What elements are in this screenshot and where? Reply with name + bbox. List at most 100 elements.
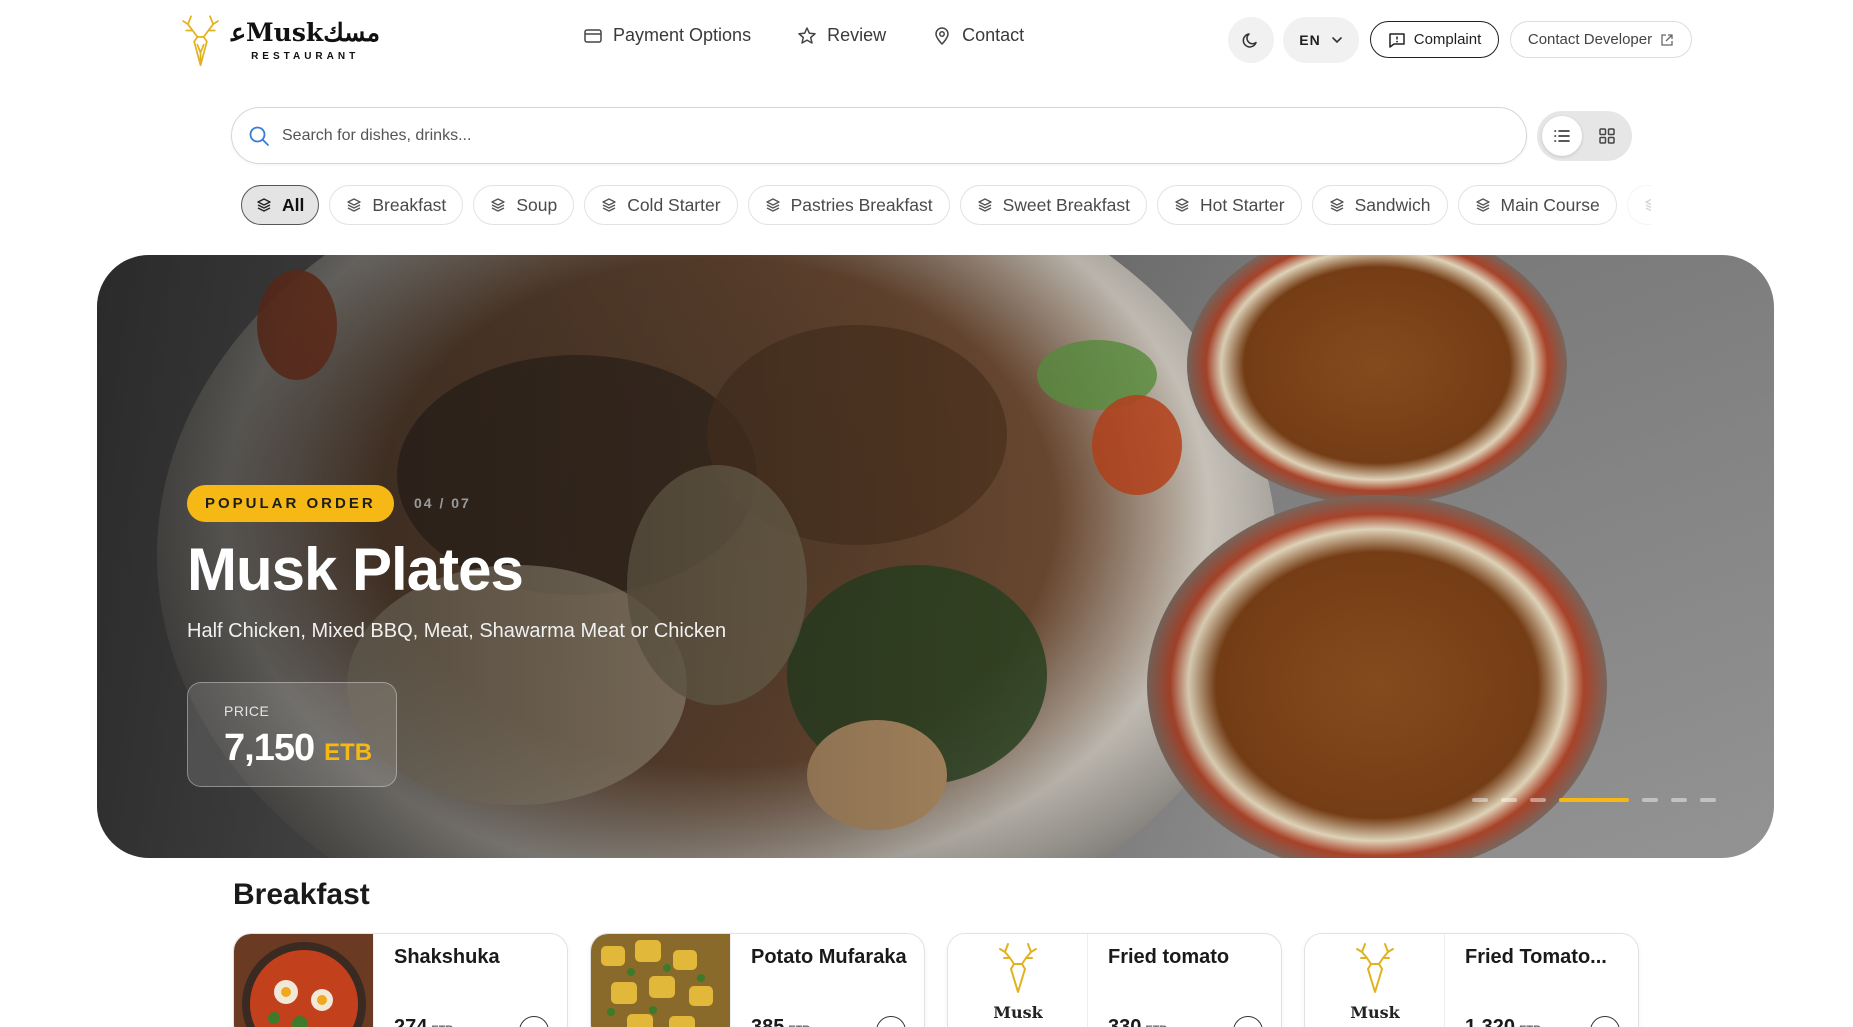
carousel-dot[interactable]: [1700, 798, 1716, 802]
category-chip[interactable]: Pastries Breakfast: [747, 185, 950, 225]
add-item-button[interactable]: [519, 1016, 549, 1027]
category-label: Main Course: [1500, 194, 1600, 215]
menu-item-card[interactable]: Potato Mufaraka 385ETB: [590, 933, 925, 1027]
view-toggle: [1537, 111, 1632, 161]
category-chip[interactable]: Hot Starter: [1156, 185, 1302, 225]
add-item-button[interactable]: [1590, 1016, 1620, 1027]
nav-review[interactable]: Review: [797, 25, 886, 46]
carousel-dot[interactable]: [1671, 798, 1687, 802]
language-selector[interactable]: EN: [1283, 17, 1359, 63]
slide-counter: 04 / 07: [414, 495, 471, 511]
carousel-dot[interactable]: [1559, 798, 1629, 802]
category-label: Pastries Breakfast: [790, 194, 933, 215]
logo-subtitle: RESTAURANT: [251, 50, 360, 62]
logo-arabic-mark: ﻋ: [231, 17, 246, 47]
hero-title: Musk Plates: [187, 536, 524, 603]
category-label: Breakfast: [372, 194, 447, 215]
menu-item-name: Potato Mufaraka: [751, 946, 907, 968]
carousel-dots: [1472, 798, 1716, 802]
category-chip[interactable]: All: [241, 185, 320, 225]
layers-icon: [1175, 198, 1189, 212]
grid-view-button[interactable]: [1587, 116, 1627, 156]
add-item-button[interactable]: [876, 1016, 906, 1027]
complaint-button[interactable]: Complaint: [1370, 21, 1499, 58]
brand-logo[interactable]: ﻋMuskﻣﺴﻚ RESTAURANT: [180, 6, 380, 74]
nav-payment-options[interactable]: Payment Options: [583, 25, 751, 46]
menu-item-price: 1,320ETB: [1465, 1016, 1541, 1027]
layers-icon: [1475, 198, 1490, 212]
theme-toggle-button[interactable]: [1228, 17, 1274, 63]
shakshuka-image: [234, 934, 373, 1027]
logo-latin: Musk: [245, 17, 324, 47]
menu-item-price-value: 274: [394, 1016, 428, 1027]
contact-developer-label: Contact Developer: [1527, 31, 1653, 48]
carousel-dot[interactable]: [1472, 798, 1488, 802]
featured-carousel[interactable]: POPULAR ORDER 04 / 07 Musk Plates Half C…: [97, 255, 1774, 858]
credit-card-icon: [584, 28, 602, 43]
site-header: ﻋMuskﻣﺴﻚ RESTAURANT Payment Options Revi…: [0, 0, 1853, 78]
layers-icon: [1645, 198, 1651, 212]
carousel-dot[interactable]: [1642, 798, 1658, 802]
musk-logo-placeholder-image: Musk: [1305, 934, 1444, 1027]
logo-arabic-tail: ﻣﺴﻚ: [323, 17, 380, 47]
menu-item-name: Fried Tomato...: [1465, 946, 1607, 968]
menu-item-card[interactable]: Musk Fried tomato 330ETB: [947, 933, 1282, 1027]
menu-item-image: Musk: [1305, 934, 1445, 1027]
star-icon: [798, 26, 816, 44]
menu-item-price-value: 385: [751, 1016, 785, 1027]
carousel-dot[interactable]: [1501, 798, 1517, 802]
category-chip[interactable]: Cold Starter: [584, 185, 738, 225]
add-item-button[interactable]: [1233, 1016, 1263, 1027]
menu-item-image: Musk: [948, 934, 1088, 1027]
category-label: Hot Starter: [1199, 194, 1285, 215]
menu-item-image: [591, 934, 731, 1027]
map-pin-icon: [935, 26, 949, 45]
list-view-button[interactable]: [1542, 116, 1582, 156]
menu-item-card[interactable]: Musk Fried Tomato... 1,320ETB: [1304, 933, 1639, 1027]
layers-icon: [602, 198, 616, 212]
contact-developer-button[interactable]: Contact Developer: [1510, 21, 1692, 58]
menu-item-card[interactable]: Shakshuka 274ETB: [233, 933, 568, 1027]
nav-payment-label: Payment Options: [613, 25, 752, 45]
logo-wordmark: ﻋMuskﻣﺴﻚ: [231, 17, 380, 47]
price-currency: ETB: [324, 739, 373, 766]
menu-item-name: Fried tomato: [1108, 946, 1230, 968]
nav-contact-label: Contact: [962, 25, 1025, 45]
menu-item-price-value: 1,320: [1465, 1016, 1516, 1027]
chevron-down-icon: [1331, 37, 1342, 44]
menu-item-price: 274ETB: [394, 1016, 453, 1027]
category-chip[interactable]: Breakfast: [329, 185, 464, 225]
category-label: All: [282, 194, 305, 215]
hero-price-box: PRICE 7,150 ETB: [187, 682, 397, 787]
nav-review-label: Review: [827, 25, 887, 45]
complaint-label: Complaint: [1413, 31, 1482, 48]
popular-order-badge: POPULAR ORDER: [187, 485, 394, 522]
svg-text:Musk: Musk: [1350, 1003, 1400, 1022]
layers-icon: [1329, 198, 1344, 212]
carousel-dot[interactable]: [1530, 798, 1546, 802]
layers-icon: [977, 198, 992, 212]
nav-contact[interactable]: Contact: [932, 25, 1024, 46]
language-label: EN: [1299, 32, 1321, 48]
category-chip-overflow[interactable]: [1626, 185, 1651, 225]
category-chip[interactable]: Soup: [473, 185, 575, 225]
category-chip[interactable]: Sandwich: [1311, 185, 1448, 225]
layers-icon: [765, 198, 780, 212]
grid-icon: [1599, 128, 1615, 144]
external-link-icon: [1661, 33, 1673, 46]
list-icon: [1554, 130, 1570, 142]
category-label: Soup: [516, 194, 558, 215]
category-chip[interactable]: Sweet Breakfast: [959, 185, 1147, 225]
stag-logo-icon: [182, 15, 219, 67]
search-icon: [249, 126, 269, 146]
layers-icon: [257, 198, 271, 212]
category-chip[interactable]: Main Course: [1457, 185, 1617, 225]
menu-item-price: 385ETB: [751, 1016, 810, 1027]
moon-icon: [1242, 33, 1257, 48]
main-nav: Payment Options Review Contact: [583, 25, 1024, 46]
category-label: Cold Starter: [627, 194, 721, 215]
price-value: 7,150: [224, 727, 315, 769]
menu-item-price-value: 330: [1108, 1016, 1142, 1027]
search-input[interactable]: [282, 126, 1482, 145]
price-label: PRICE: [224, 703, 270, 719]
